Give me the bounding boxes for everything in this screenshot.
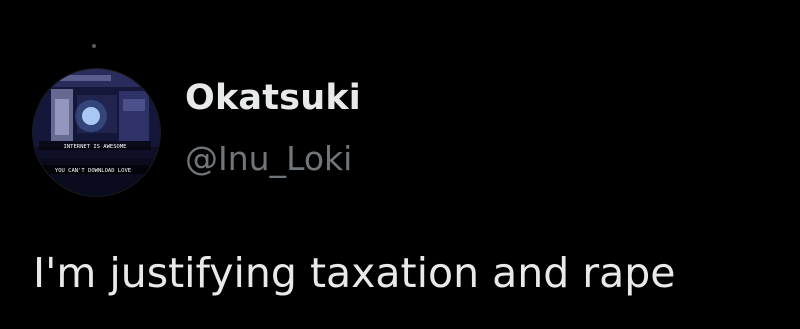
separator-dot	[92, 44, 96, 48]
avatar[interactable]: INTERNET IS AWESOME YOU CAN'T DOWNLOAD L…	[33, 69, 160, 196]
display-name[interactable]: Okatsuki	[185, 74, 361, 122]
tweet-text: I'm justifying taxation and rape	[33, 249, 676, 297]
avatar-image: INTERNET IS AWESOME YOU CAN'T DOWNLOAD L…	[33, 69, 160, 196]
avatar-caption-top: INTERNET IS AWESOME	[64, 144, 127, 150]
author-header: Okatsuki @Inu_Loki	[185, 74, 361, 181]
avatar-caption-bottom: YOU CAN'T DOWNLOAD LOVE	[55, 168, 131, 174]
user-handle[interactable]: @Inu_Loki	[185, 137, 361, 181]
tweet-card: INTERNET IS AWESOME YOU CAN'T DOWNLOAD L…	[0, 0, 800, 329]
